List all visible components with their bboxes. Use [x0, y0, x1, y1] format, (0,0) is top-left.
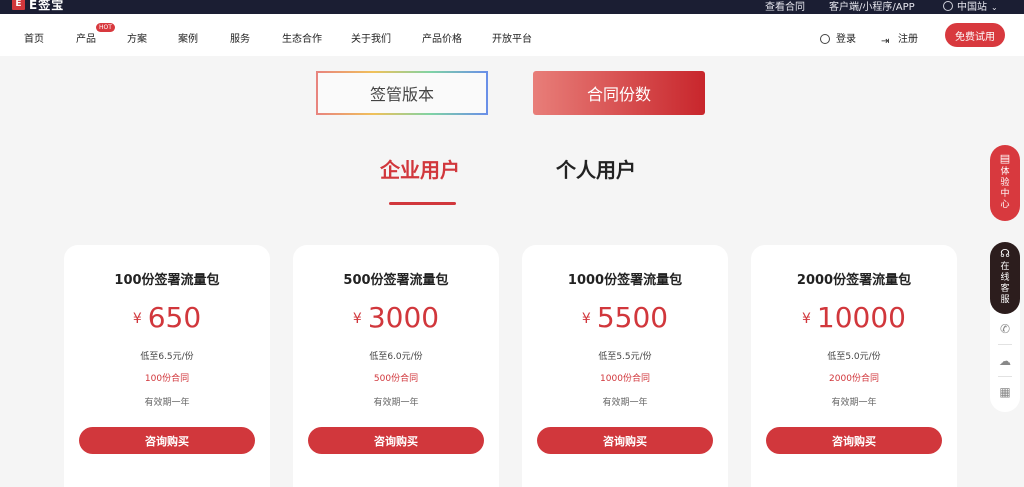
package-price: ¥650: [64, 301, 270, 334]
unit-price: 低至6.0元/份: [369, 352, 423, 362]
main-nav: 首页 产品 HOT 方案 案例 服务 生态合作 关于我们 产品价格 开放平台 登…: [0, 14, 1024, 56]
region-selector[interactable]: 中国站 ⌄: [943, 0, 998, 13]
nav-home[interactable]: 首页: [24, 30, 44, 45]
currency-symbol: ¥: [581, 311, 591, 327]
nav-service[interactable]: 服务: [230, 30, 250, 45]
package-price: ¥10000: [751, 301, 957, 334]
consult-buy-button[interactable]: 咨询购买: [308, 427, 484, 454]
calculator-icon[interactable]: ▦: [990, 385, 1020, 399]
package-title: 2000份签署流量包: [796, 273, 912, 288]
validity: 有效期一年: [602, 398, 648, 408]
top-bar: E E签宝 查看合同 客户端/小程序/APP 中国站 ⌄: [0, 0, 1024, 14]
contract-count: 500份合同: [373, 374, 419, 384]
wechat-icon[interactable]: ☁: [990, 354, 1020, 368]
consult-buy-button[interactable]: 咨询购买: [79, 427, 255, 454]
login-link[interactable]: 登录: [820, 30, 856, 45]
divider: [998, 376, 1012, 377]
package-price: ¥5500: [522, 301, 728, 334]
experience-center-label: 体验中心: [1000, 167, 1010, 210]
validity: 有效期一年: [144, 398, 190, 408]
currency-symbol: ¥: [352, 311, 362, 327]
online-service-label: 在线客服: [1000, 262, 1010, 305]
online-service-button[interactable]: ☊ 在线客服: [990, 242, 1020, 314]
contract-count: 100份合同: [144, 374, 190, 384]
region-label: 中国站: [957, 2, 987, 13]
package-card: 2000份签署流量包 ¥10000 低至5.0元/份 2000份合同 有效期一年…: [751, 245, 957, 487]
currency-symbol: ¥: [132, 311, 142, 327]
validity: 有效期一年: [373, 398, 419, 408]
price-amount: 3000: [367, 301, 440, 334]
register-link[interactable]: ⇥ 注册: [881, 30, 918, 47]
phone-icon[interactable]: ✆: [990, 322, 1020, 336]
consult-buy-button[interactable]: 咨询购买: [766, 427, 942, 454]
client-app-link[interactable]: 客户端/小程序/APP: [829, 0, 915, 13]
nav-ecosystem[interactable]: 生态合作: [282, 30, 322, 45]
version-toggle-button[interactable]: 签管版本: [316, 71, 488, 115]
currency-symbol: ¥: [802, 311, 811, 327]
quantity-toggle-button[interactable]: 合同份数: [533, 71, 705, 115]
support-sidebar: ☊ 在线客服 ✆ ☁ ▦: [990, 242, 1020, 412]
nav-pricing[interactable]: 产品价格: [422, 30, 462, 45]
price-amount: 5500: [596, 301, 669, 334]
consult-buy-button[interactable]: 咨询购买: [537, 427, 713, 454]
contract-count: 1000份合同: [600, 374, 650, 384]
nav-about[interactable]: 关于我们: [351, 30, 391, 45]
login-label: 登录: [836, 34, 856, 45]
unit-price: 低至6.5元/份: [140, 352, 194, 362]
nav-product[interactable]: 产品: [76, 30, 96, 45]
package-card: 1000份签署流量包 ¥5500 低至5.5元/份 1000份合同 有效期一年 …: [522, 245, 728, 487]
user-icon: [820, 34, 830, 44]
register-label: 注册: [898, 34, 918, 45]
divider: [998, 344, 1012, 345]
tab-personal[interactable]: 个人用户: [556, 154, 636, 183]
package-title: 100份签署流量包: [114, 273, 220, 288]
package-card: 100份签署流量包 ¥650 低至6.5元/份 100份合同 有效期一年 咨询购…: [64, 245, 270, 487]
nav-cases[interactable]: 案例: [178, 30, 198, 45]
price-amount: 650: [147, 301, 202, 334]
headset-icon: ☊: [1000, 247, 1010, 260]
active-tab-indicator: [389, 202, 456, 205]
package-price: ¥3000: [293, 301, 499, 334]
price-amount: 10000: [816, 301, 906, 334]
package-title: 1000份签署流量包: [567, 273, 683, 288]
package-title: 500份签署流量包: [343, 273, 449, 288]
brand-logo[interactable]: E E签宝: [12, 0, 64, 12]
validity: 有效期一年: [831, 398, 877, 408]
register-icon: ⇥: [881, 36, 890, 47]
logo-text: E签宝: [29, 0, 65, 12]
tab-enterprise[interactable]: 企业用户: [380, 154, 460, 183]
logo-mark: E: [12, 0, 25, 10]
globe-icon: [943, 1, 953, 11]
nav-open-platform[interactable]: 开放平台: [492, 30, 532, 45]
free-trial-button[interactable]: 免费试用: [945, 23, 1005, 47]
nav-solutions[interactable]: 方案: [127, 30, 147, 45]
contract-count: 2000份合同: [829, 374, 879, 384]
experience-center-button[interactable]: ▤ 体验中心: [990, 145, 1020, 221]
chevron-down-icon: ⌄: [991, 3, 998, 12]
document-icon: ▤: [999, 152, 1011, 165]
unit-price: 低至5.0元/份: [827, 352, 881, 362]
hot-badge: HOT: [96, 23, 115, 32]
view-contract-link[interactable]: 查看合同: [765, 0, 805, 13]
unit-price: 低至5.5元/份: [598, 352, 652, 362]
package-card: 500份签署流量包 ¥3000 低至6.0元/份 500份合同 有效期一年 咨询…: [293, 245, 499, 487]
